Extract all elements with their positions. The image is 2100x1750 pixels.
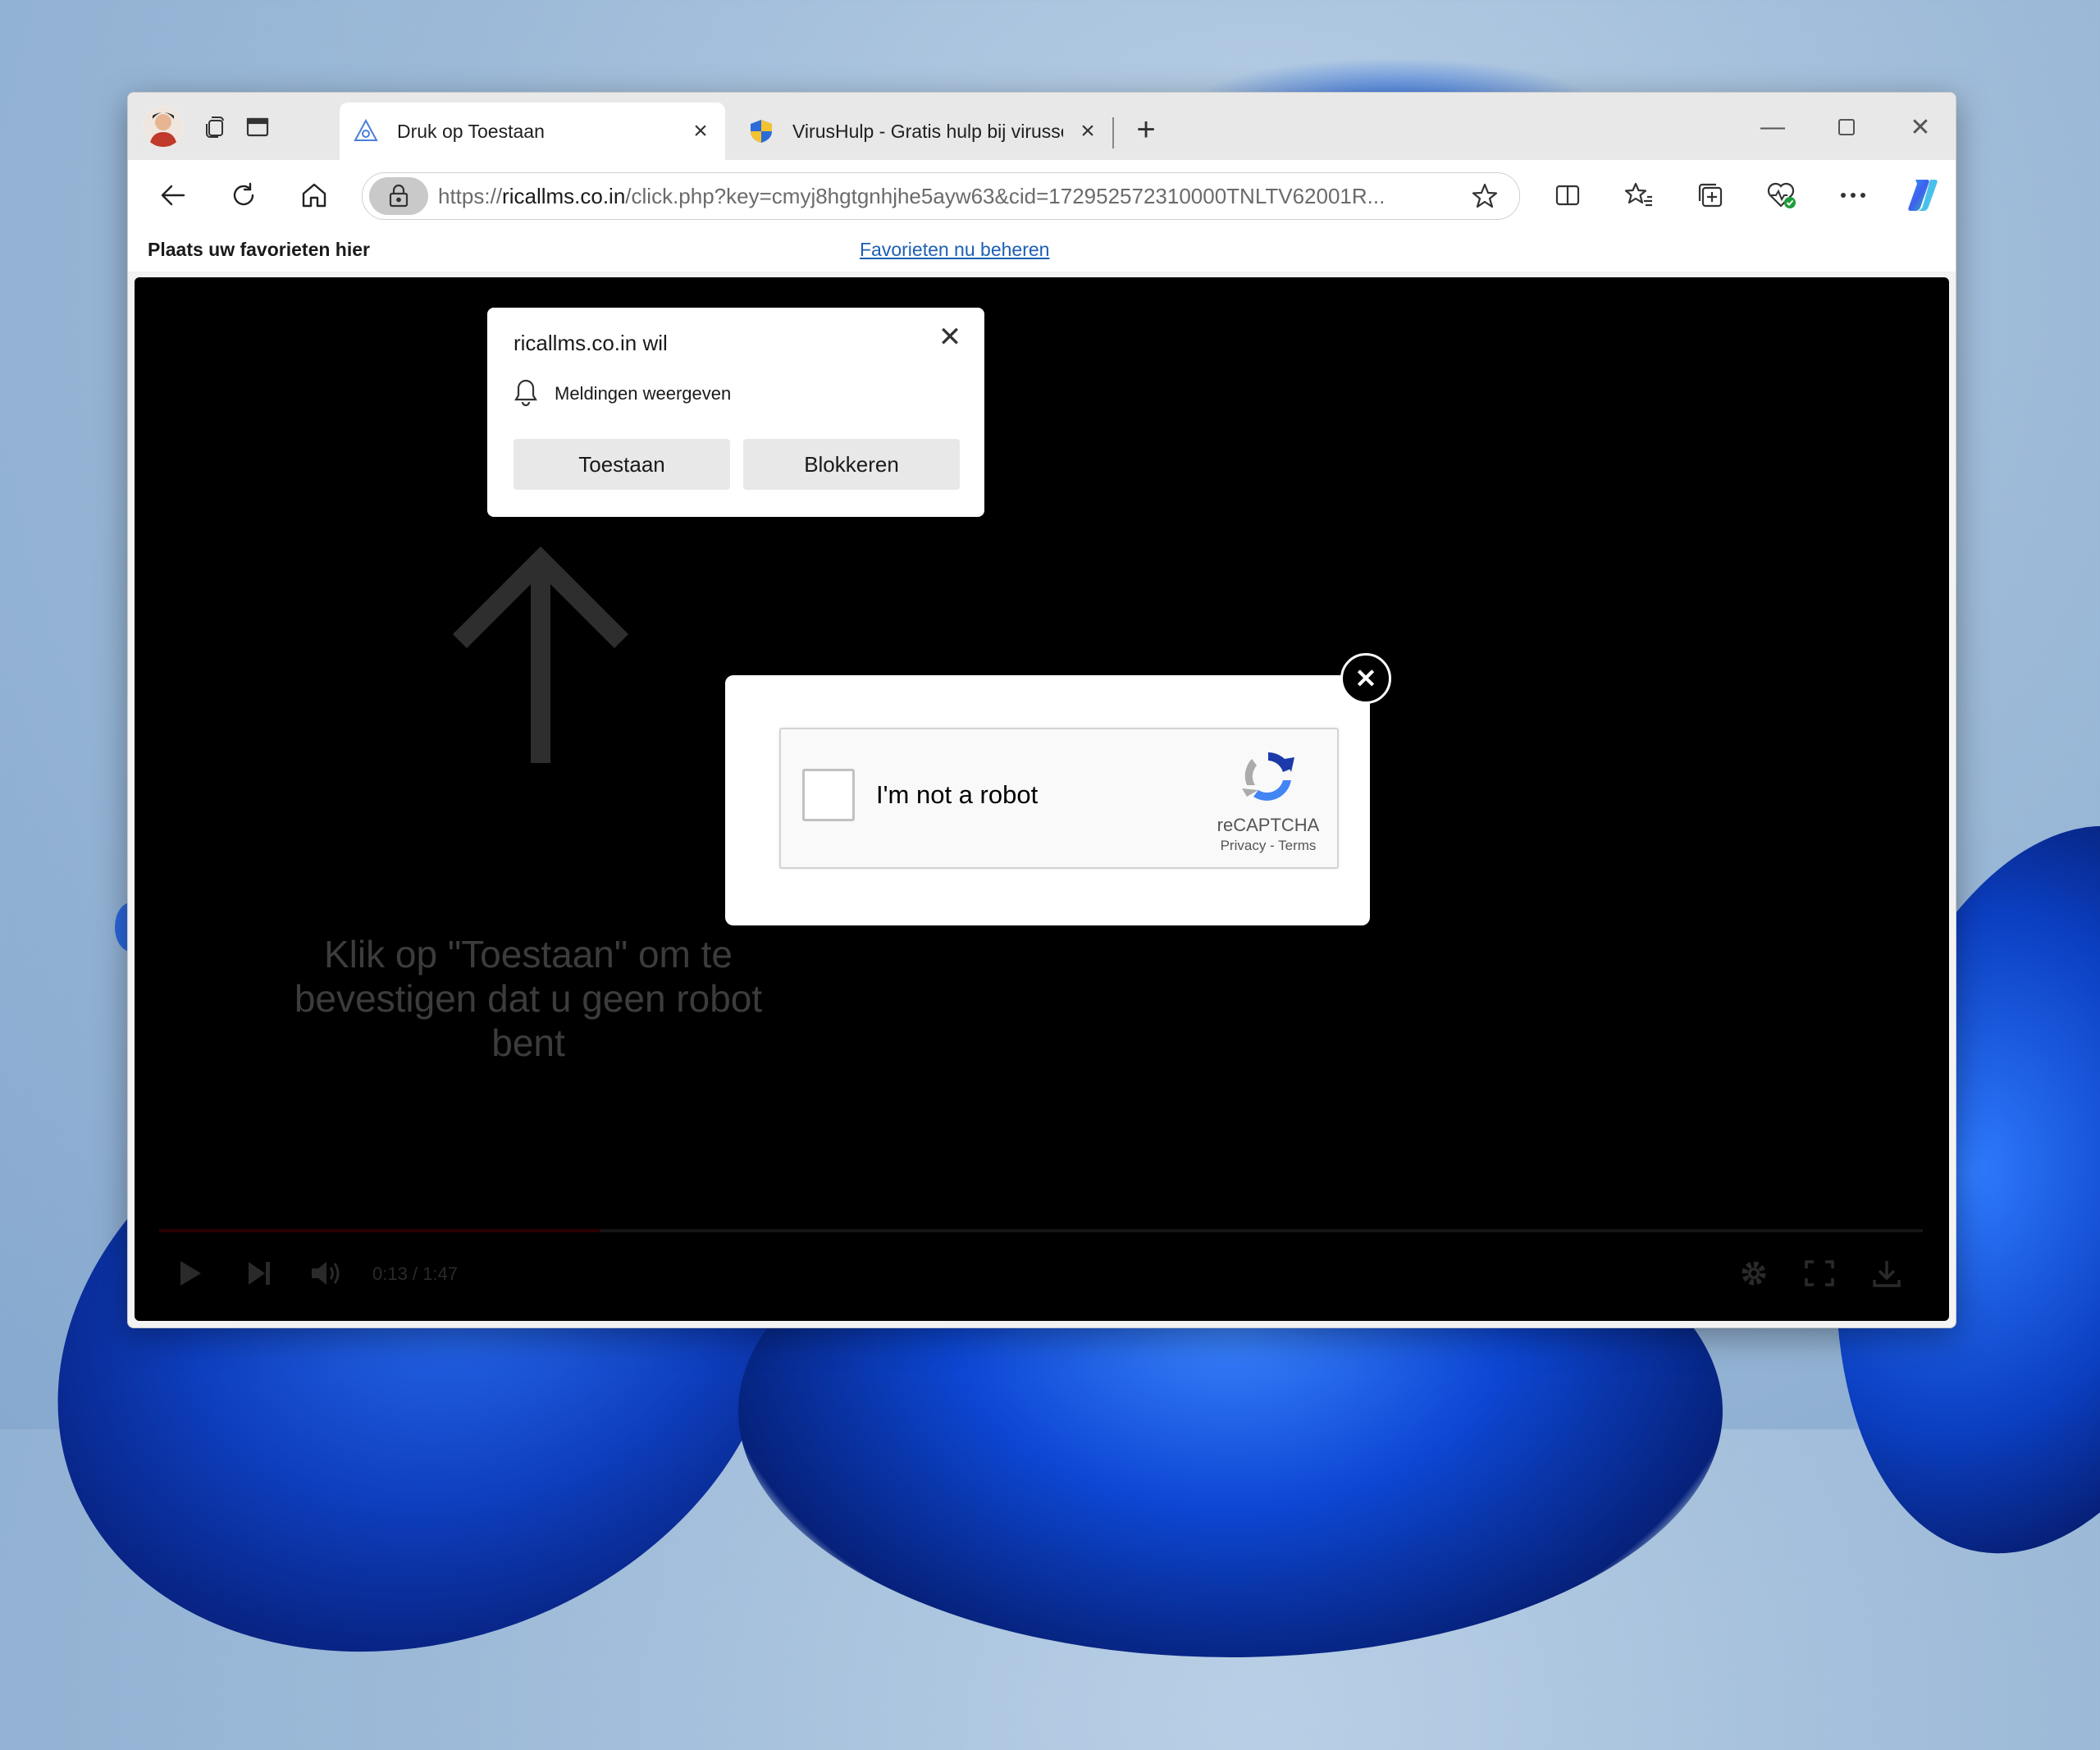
bell-icon <box>514 379 537 406</box>
address-bar[interactable]: https://ricallms.co.in/click.php?key=cmy… <box>362 172 1520 220</box>
play-icon[interactable] <box>171 1254 210 1293</box>
recaptcha-links[interactable]: Privacy - Terms <box>1211 838 1326 854</box>
url-prefix: https:// <box>438 184 503 208</box>
block-button[interactable]: Blokkeren <box>743 439 960 490</box>
up-arrow-icon <box>453 546 628 763</box>
vertical-tabs-icon[interactable] <box>238 107 277 147</box>
recaptcha-logo-icon <box>1242 752 1294 801</box>
page-content: Klik op "Toestaan" om te bevestigen dat … <box>135 277 1949 1321</box>
workspaces-icon[interactable] <box>195 107 235 147</box>
not-robot-label: I'm not a robot <box>876 780 1039 809</box>
refresh-icon[interactable] <box>223 175 264 216</box>
video-time: 0:13 / 1:47 <box>372 1263 458 1284</box>
copilot-icon[interactable] <box>1902 175 1943 216</box>
video-controls: 0:13 / 1:47 <box>135 1229 1949 1311</box>
tab-separator <box>1112 117 1114 148</box>
url-text[interactable]: https://ricallms.co.in/click.php?key=cmy… <box>438 184 1447 209</box>
favorites-bar-hint: Plaats uw favorieten hier <box>148 239 370 260</box>
close-tab-icon[interactable]: × <box>686 117 715 146</box>
favorites-icon[interactable] <box>1618 175 1659 216</box>
browser-essentials-icon[interactable] <box>1761 175 1802 216</box>
volume-icon[interactable] <box>307 1254 346 1293</box>
collections-icon[interactable] <box>1690 175 1731 216</box>
permission-title: ricallms.co.in wil <box>514 331 668 355</box>
tab-bar: Druk op Toestaan × VirusHulp - Gratis hu… <box>128 93 1956 160</box>
captcha-dialog: I'm not a robot reCAPTCHA Privacy - Term… <box>725 675 1370 925</box>
fullscreen-icon[interactable] <box>1800 1254 1839 1293</box>
close-icon[interactable]: ✕ <box>932 319 968 355</box>
url-host: ricallms.co.in <box>502 184 626 208</box>
recaptcha-brand: reCAPTCHA <box>1217 815 1320 835</box>
notification-permission-popup: ricallms.co.in wil ✕ Meldingen weergeven… <box>487 308 984 517</box>
more-options-icon[interactable] <box>1833 175 1874 216</box>
new-tab-icon[interactable]: + <box>1127 111 1165 148</box>
home-icon[interactable] <box>294 175 335 216</box>
video-progress-bar[interactable] <box>159 1229 1923 1232</box>
split-screen-icon[interactable] <box>1547 175 1588 216</box>
manage-favorites-link[interactable]: Favorieten nu beheren <box>860 239 1049 261</box>
close-window-icon[interactable]: ✕ <box>1896 109 1945 145</box>
site-info-button[interactable] <box>369 177 428 215</box>
navigation-toolbar: https://ricallms.co.in/click.php?key=cmy… <box>128 160 1956 227</box>
settings-gear-icon[interactable] <box>1734 1254 1774 1293</box>
download-icon[interactable] <box>1867 1254 1906 1293</box>
permission-description: Meldingen weergeven <box>555 383 732 404</box>
url-path: /click.php?key=cmyj8hgtgnhjhe5ayw63&cid=… <box>625 184 1386 208</box>
allow-button[interactable]: Toestaan <box>514 439 730 490</box>
maximize-icon[interactable] <box>1822 109 1871 145</box>
tab-druk-op-toestaan[interactable]: Druk op Toestaan × <box>340 103 725 160</box>
browser-window: Druk op Toestaan × VirusHulp - Gratis hu… <box>127 92 1956 1328</box>
instruction-text: Klik op "Toestaan" om te bevestigen dat … <box>294 933 763 1064</box>
tab-title: Druk op Toestaan <box>397 120 545 142</box>
tab-virushulp[interactable]: VirusHulp - Gratis hulp bij virusse × <box>735 103 1112 160</box>
favorite-star-icon[interactable] <box>1467 178 1503 214</box>
video-progress-fill <box>159 1229 600 1232</box>
not-robot-checkbox[interactable] <box>802 769 855 821</box>
close-tab-icon[interactable]: × <box>1073 117 1102 146</box>
tab-favicon-icon <box>351 117 381 146</box>
tab-title: VirusHulp - Gratis hulp bij virusse <box>792 120 1063 142</box>
captcha-close-button[interactable]: ✕ <box>1340 653 1391 704</box>
back-icon[interactable] <box>153 175 194 216</box>
skip-next-icon[interactable] <box>240 1254 279 1293</box>
minimize-icon[interactable]: — <box>1748 109 1797 145</box>
profile-avatar[interactable] <box>143 106 184 147</box>
recaptcha-widget: I'm not a robot reCAPTCHA Privacy - Term… <box>779 728 1339 869</box>
favorites-bar: Plaats uw favorieten hier Favorieten nu … <box>128 227 1956 272</box>
shield-icon <box>746 117 776 146</box>
